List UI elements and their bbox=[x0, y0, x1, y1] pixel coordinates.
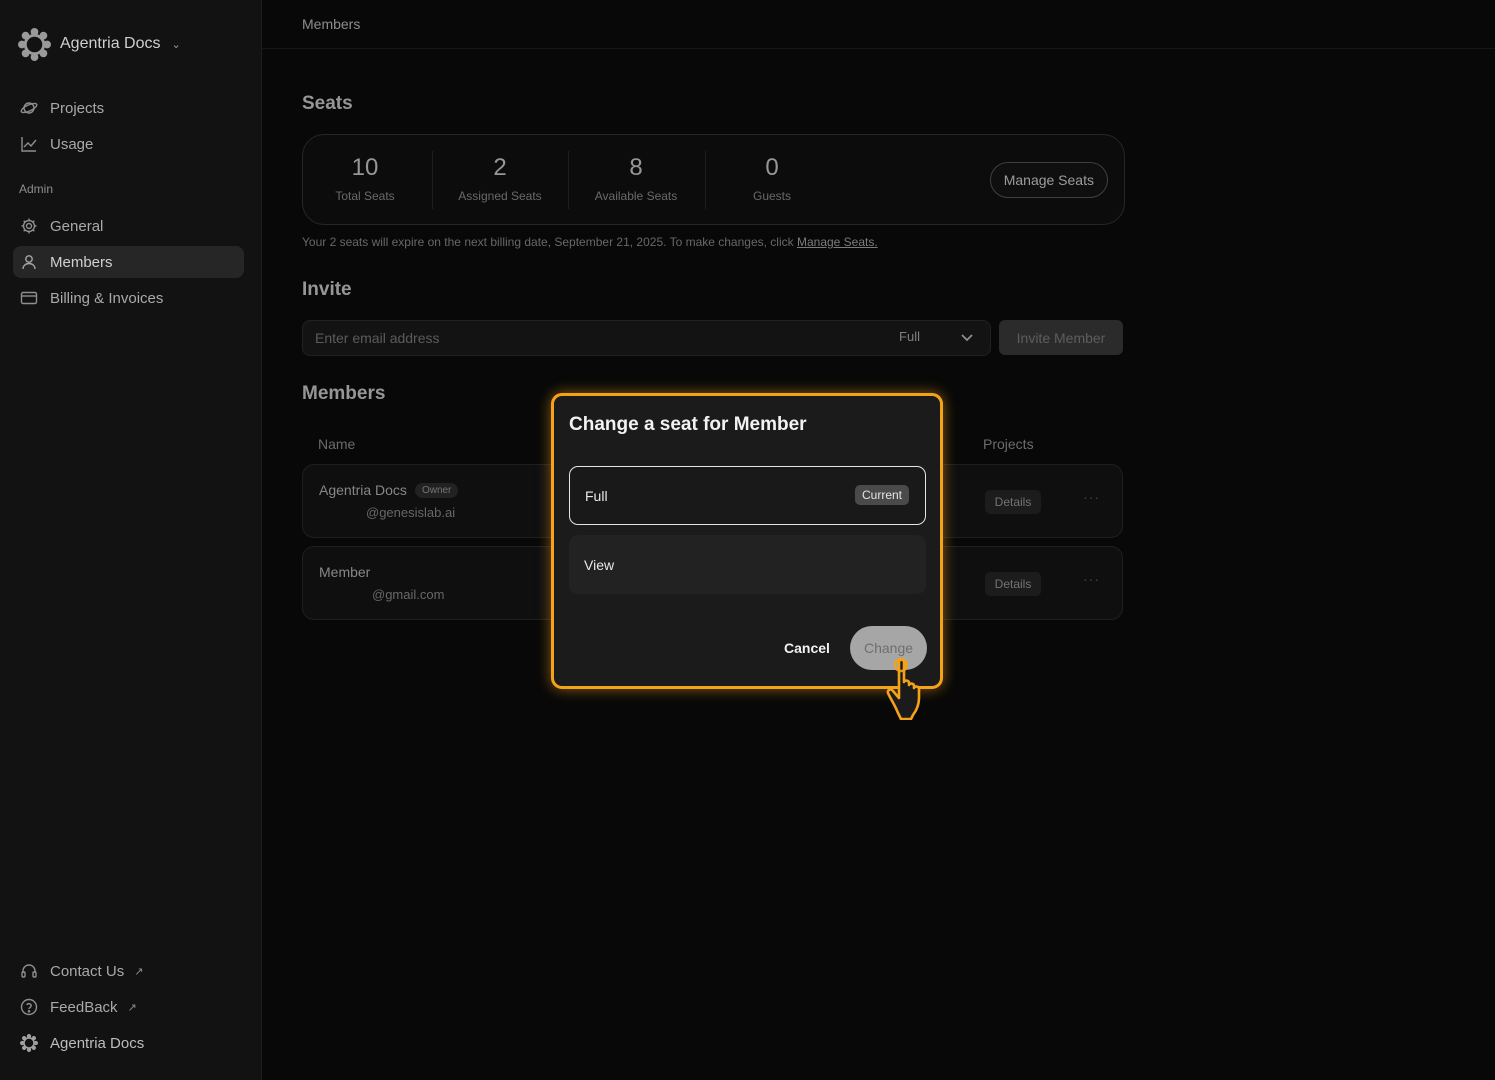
seat-option-view[interactable]: View bbox=[569, 535, 926, 594]
user-icon bbox=[22, 255, 36, 270]
sidebar: Agentria Docs ⌄ Projects Usage Admin Gen… bbox=[0, 0, 262, 1080]
sidebar-item-label: FeedBack bbox=[50, 998, 118, 1016]
option-label: Full bbox=[585, 487, 608, 504]
workspace-gear-icon bbox=[20, 1034, 38, 1052]
sidebar-item-account[interactable]: Agentria Docs bbox=[13, 1027, 244, 1059]
sidebar-item-label: Agentria Docs bbox=[50, 1034, 145, 1052]
chart-line-icon bbox=[21, 137, 37, 152]
change-seat-dialog: Change a seat for Member Full Current Vi… bbox=[551, 393, 943, 689]
sidebar-item-usage[interactable]: Usage bbox=[13, 128, 244, 160]
sidebar-item-label: General bbox=[50, 217, 104, 235]
sidebar-item-feedback[interactable]: FeedBack ↗ bbox=[13, 991, 244, 1023]
admin-section-label: Admin bbox=[19, 182, 54, 196]
chevron-down-icon: ⌄ bbox=[171, 38, 181, 51]
planet-icon bbox=[20, 102, 38, 114]
sidebar-item-general[interactable]: General bbox=[13, 210, 244, 242]
seat-option-full[interactable]: Full Current bbox=[569, 466, 926, 525]
sidebar-item-label: Projects bbox=[50, 99, 105, 117]
gear-icon bbox=[21, 218, 37, 234]
option-label: View bbox=[584, 556, 615, 573]
sidebar-item-label: Contact Us bbox=[50, 962, 125, 980]
workspace-logo-icon bbox=[18, 27, 51, 61]
headset-icon bbox=[21, 964, 37, 978]
workspace-name: Agentria Docs bbox=[60, 35, 161, 52]
hand-pointer-icon bbox=[886, 657, 921, 720]
sidebar-item-projects[interactable]: Projects bbox=[13, 92, 244, 124]
card-icon bbox=[20, 291, 38, 305]
dialog-title: Change a seat for Member bbox=[569, 414, 807, 435]
current-badge: Current bbox=[854, 485, 909, 505]
cancel-button[interactable]: Cancel bbox=[784, 640, 830, 656]
help-circle-icon bbox=[20, 998, 38, 1016]
external-link-icon: ↗ bbox=[127, 1001, 137, 1014]
sidebar-item-label: Billing & Invoices bbox=[50, 289, 164, 307]
sidebar-item-contact-us[interactable]: Contact Us ↗ bbox=[13, 955, 244, 987]
sidebar-item-billing[interactable]: Billing & Invoices bbox=[13, 282, 244, 314]
external-link-icon: ↗ bbox=[134, 965, 144, 978]
sidebar-item-label: Usage bbox=[50, 135, 94, 153]
workspace-switcher[interactable]: Agentria Docs ⌄ bbox=[18, 27, 181, 61]
sidebar-item-members[interactable]: Members bbox=[13, 246, 244, 278]
sidebar-item-label: Members bbox=[50, 253, 113, 271]
